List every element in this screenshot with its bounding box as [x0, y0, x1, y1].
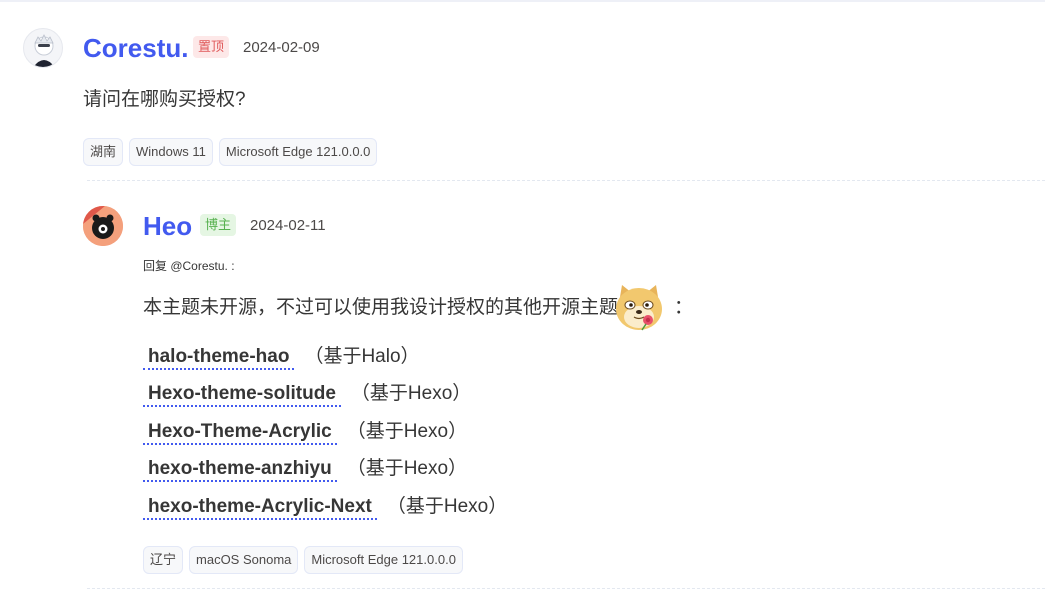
reply-divider: [87, 180, 1045, 181]
location-tag: 湖南: [83, 138, 124, 166]
theme-link-note: （基于Halo）: [304, 346, 420, 367]
doge-flower-emoji: [612, 283, 666, 333]
theme-link-row: Hexo-theme-solitude （基于Hexo）: [143, 381, 471, 407]
comment-thread: Corestu. 置顶 2024-02-09 请问在哪购买授权? 湖南 Wind…: [0, 0, 1045, 592]
browser-tag: Microsoft Edge 121.0.0.0: [304, 546, 463, 574]
theme-link-row: hexo-theme-anzhiyu （基于Hexo）: [143, 456, 467, 482]
theme-link-note: （基于Hexo）: [386, 496, 508, 517]
pinned-badge: 置顶: [193, 36, 230, 58]
bottom-divider: [87, 588, 1045, 589]
theme-link-row: halo-theme-hao （基于Halo）: [143, 344, 420, 370]
reply-to-label: 回复 @Corestu. :: [143, 259, 235, 273]
avatar-heo[interactable]: [83, 206, 123, 246]
theme-link-row: Hexo-Theme-Acrylic （基于Hexo）: [143, 419, 467, 445]
reply-text-colon: ：: [674, 297, 694, 318]
theme-link-note: （基于Hexo）: [350, 383, 472, 404]
location-tag: 辽宁: [143, 546, 184, 574]
reply-author-name[interactable]: Heo: [143, 211, 192, 241]
theme-link[interactable]: Hexo-theme-solitude: [143, 383, 341, 407]
theme-link[interactable]: hexo-theme-Acrylic-Next: [143, 496, 377, 520]
comment-author-name[interactable]: Corestu.: [83, 33, 188, 63]
theme-link-row: hexo-theme-Acrylic-Next （基于Hexo）: [143, 494, 507, 520]
comment-date: 2024-02-09: [243, 39, 320, 56]
theme-link[interactable]: halo-theme-hao: [143, 346, 295, 370]
comment-text: 请问在哪购买授权?: [83, 89, 246, 110]
theme-link[interactable]: Hexo-Theme-Acrylic: [143, 421, 337, 445]
os-tag: Windows 11: [129, 138, 213, 166]
theme-link-note: （基于Hexo）: [346, 421, 468, 442]
theme-link[interactable]: hexo-theme-anzhiyu: [143, 458, 337, 482]
comment-meta-tags: 湖南 Windows 11 Microsoft Edge 121.0.0.0: [83, 138, 378, 166]
reply-text: 本主题未开源，不过可以使用我设计授权的其他开源主题: [143, 297, 619, 318]
os-tag: macOS Sonoma: [189, 546, 299, 574]
theme-link-note: （基于Hexo）: [346, 458, 468, 479]
browser-tag: Microsoft Edge 121.0.0.0: [218, 138, 378, 166]
avatar-corestu[interactable]: [23, 28, 63, 68]
reply-date: 2024-02-11: [250, 217, 326, 234]
reply-meta-tags: 辽宁 macOS Sonoma Microsoft Edge 121.0.0.0: [143, 546, 463, 574]
owner-badge: 博主: [200, 214, 237, 236]
